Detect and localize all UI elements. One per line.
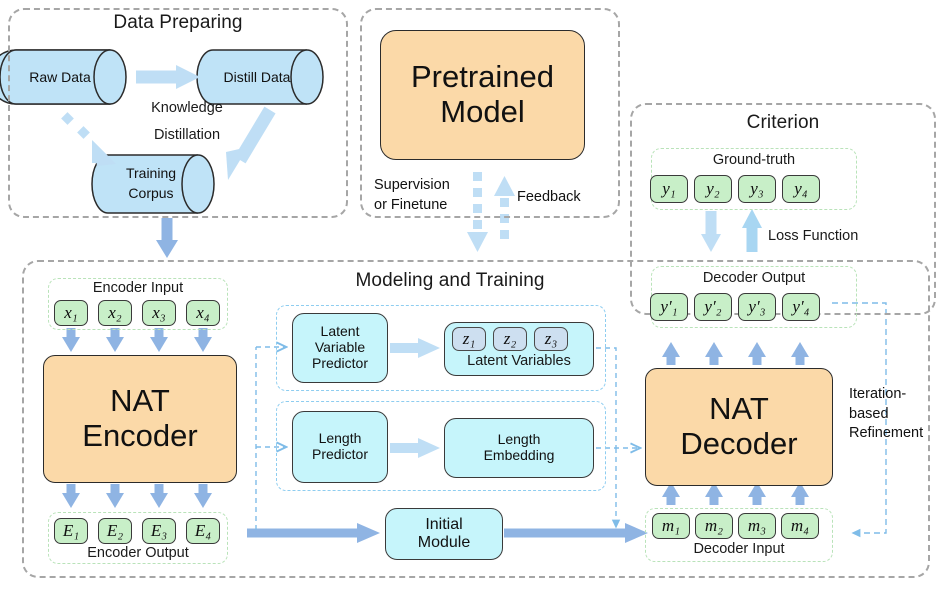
- decoder-input-token-1[interactable]: m₁: [652, 513, 690, 539]
- decoder-input-token-4[interactable]: m₄: [781, 513, 819, 539]
- encoder-input-token-2[interactable]: x₂: [98, 300, 132, 326]
- ground-truth-token-2[interactable]: y₂: [694, 175, 732, 203]
- nat-encoder-node[interactable]: NAT Encoder: [43, 355, 237, 483]
- latent-variable-predictor-node[interactable]: Latent Variable Predictor: [292, 313, 388, 383]
- initial-module-node[interactable]: Initial Module: [385, 508, 503, 560]
- ground-truth-token-3[interactable]: y₃: [738, 175, 776, 203]
- arrow-corpus-to-modeling: [156, 218, 178, 258]
- decoder-input-token-3[interactable]: m₃: [738, 513, 776, 539]
- length-embedding-node[interactable]: Length Embedding: [444, 418, 594, 478]
- raw-data-label: Raw Data: [29, 68, 91, 85]
- encoder-output-token-1[interactable]: E₁: [54, 518, 88, 544]
- decoder-output-label: Decoder Output: [702, 270, 806, 286]
- encoder-output-token-3[interactable]: E₃: [142, 518, 176, 544]
- decoder-input-token-2[interactable]: m₂: [695, 513, 733, 539]
- length-embedding-line1: Length: [497, 431, 541, 448]
- knowledge-label: Knowledge: [151, 100, 223, 116]
- latent-predictor-line2: Variable: [314, 339, 366, 356]
- latent-predictor-line3: Predictor: [311, 354, 369, 371]
- encoder-input-token-1[interactable]: x₁: [54, 300, 88, 326]
- latent-variables-label: Latent Variables: [467, 353, 571, 369]
- decoder-output-token-2[interactable]: y′₂: [694, 293, 732, 321]
- ground-truth-label: Ground-truth: [712, 152, 796, 168]
- decoder-input-label: Decoder Input: [693, 541, 785, 557]
- training-corpus-label-line2: Corpus: [128, 184, 174, 201]
- decoder-output-token-4[interactable]: y′₄: [782, 293, 820, 321]
- feedback-label: Feedback: [517, 189, 581, 205]
- encoder-input-label: Encoder Input: [92, 280, 184, 296]
- pretrained-model-line1: Pretrained: [410, 59, 555, 95]
- nat-decoder-line1: NAT: [709, 391, 769, 427]
- panel-title-criterion: Criterion: [746, 112, 820, 133]
- training-corpus-label-line1: Training: [125, 164, 177, 181]
- encoder-input-token-4[interactable]: x₄: [186, 300, 220, 326]
- length-predictor-node[interactable]: Length Predictor: [292, 411, 388, 483]
- encoder-output-token-4[interactable]: E₄: [186, 518, 220, 544]
- initial-module-line2: Module: [417, 534, 471, 551]
- panel-title-modeling: Modeling and Training: [355, 270, 545, 291]
- supervision-label: Supervision or Finetune: [374, 177, 450, 213]
- decoder-output-token-1[interactable]: y′₁: [650, 293, 688, 321]
- pretrained-model-node[interactable]: Pretrained Model: [380, 30, 585, 160]
- latent-predictor-line1: Latent: [320, 323, 360, 340]
- refinement-label: Iteration- based Refinement: [849, 386, 924, 442]
- distillation-label: Distillation: [153, 127, 221, 143]
- length-predictor-line2: Predictor: [311, 446, 369, 462]
- ground-truth-token-1[interactable]: y₁: [650, 175, 688, 203]
- encoder-output-label: Encoder Output: [87, 545, 189, 561]
- latent-variable-token-1[interactable]: z₁: [452, 327, 486, 351]
- length-predictor-line1: Length: [318, 430, 362, 447]
- nat-decoder-line2: Decoder: [680, 426, 798, 461]
- loss-function-label: Loss Function: [768, 228, 859, 244]
- latent-variable-token-2[interactable]: z₂: [493, 327, 527, 351]
- encoder-input-token-3[interactable]: x₃: [142, 300, 176, 326]
- encoder-output-token-2[interactable]: E₂: [98, 518, 132, 544]
- nat-decoder-node[interactable]: NAT Decoder: [645, 368, 833, 486]
- decoder-output-token-3[interactable]: y′₃: [738, 293, 776, 321]
- latent-variable-token-3[interactable]: z₃: [534, 327, 568, 351]
- panel-title-data-preparing: Data Preparing: [113, 12, 243, 33]
- nat-encoder-line1: NAT: [110, 383, 170, 419]
- ground-truth-token-4[interactable]: y₄: [782, 175, 820, 203]
- initial-module-line1: Initial: [425, 516, 463, 534]
- length-embedding-line2: Embedding: [483, 447, 555, 463]
- pretrained-model-line2: Model: [440, 94, 525, 129]
- nat-encoder-line2: Encoder: [82, 418, 198, 453]
- distill-data-label: Distill Data: [223, 68, 291, 85]
- diagram-canvas: Data Preparing Criterion Modeling and Tr…: [0, 0, 944, 592]
